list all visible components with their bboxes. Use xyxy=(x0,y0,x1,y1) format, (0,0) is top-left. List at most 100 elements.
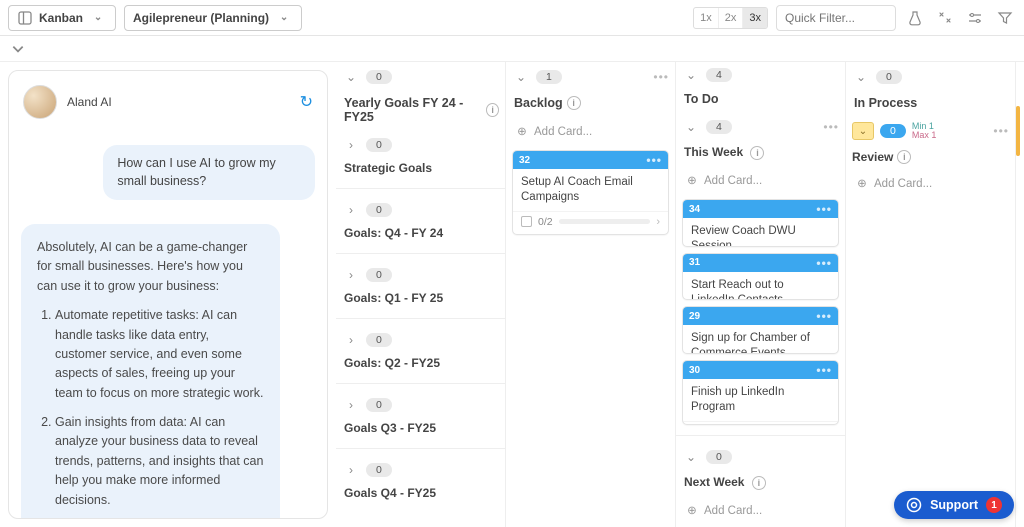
count-pill: 4 xyxy=(706,68,732,82)
plus-icon: ⊕ xyxy=(856,178,868,190)
chevron-right-icon[interactable]: › xyxy=(342,136,360,154)
section-title: Strategic Goals xyxy=(342,160,499,178)
swimlane-header: ⌄ 0 xyxy=(682,446,839,468)
more-icon[interactable]: ••• xyxy=(816,202,832,216)
chevron-right-icon[interactable]: › xyxy=(342,331,360,349)
support-button[interactable]: Support 1 xyxy=(894,491,1014,519)
ai-message: Absolutely, AI can be a game-changer for… xyxy=(21,224,280,518)
filter-icon[interactable] xyxy=(994,7,1016,29)
card-title: Review Coach DWU Session xyxy=(683,218,838,247)
chevron-down-icon: ⌄ xyxy=(89,9,107,27)
view-label: Kanban xyxy=(39,11,83,25)
add-card-button[interactable]: ⊕ Add Card... xyxy=(512,120,669,144)
chevron-right-icon[interactable]: › xyxy=(342,396,360,414)
chevron-down-icon[interactable]: ⌄ xyxy=(682,118,700,136)
info-icon[interactable]: i xyxy=(750,146,764,160)
column-edge-indicator xyxy=(1016,106,1020,156)
info-icon[interactable]: i xyxy=(486,103,499,117)
settings-icon[interactable] xyxy=(964,7,986,29)
column-title: To Do xyxy=(682,90,839,110)
card[interactable]: 29 ••• Sign up for Chamber of Commerce Ev… xyxy=(682,306,839,354)
count-pill: 0 xyxy=(876,70,902,84)
board-selector[interactable]: Agilepreneur (Planning) ⌄ xyxy=(124,5,302,31)
add-card-button[interactable]: ⊕ Add Card... xyxy=(682,169,839,193)
section: ›0 Goals: Q2 - FY25 xyxy=(342,329,499,373)
plus-icon: ⊕ xyxy=(686,505,698,517)
info-icon[interactable]: i xyxy=(752,476,766,490)
swimlane-header: ⌄ 0 Min 1 Max 1 ••• xyxy=(852,120,1009,142)
zoom-1x[interactable]: 1x xyxy=(694,8,719,28)
card-title: Sign up for Chamber of Commerce Events xyxy=(683,325,838,354)
section: › 0 Goals Q3 - FY25 xyxy=(342,394,499,438)
section: ›0 Strategic Goals xyxy=(342,134,499,178)
view-selector[interactable]: Kanban ⌄ xyxy=(8,5,116,31)
zoom-3x[interactable]: 3x xyxy=(743,8,767,28)
card-title: Setup AI Coach Email Campaigns xyxy=(513,169,668,211)
refresh-icon[interactable]: ↻ xyxy=(300,92,313,112)
count-pill: 0 xyxy=(366,203,392,217)
chevron-down-icon[interactable]: ⌄ xyxy=(682,448,700,466)
chevron-down-icon[interactable]: ⌄ xyxy=(852,68,870,86)
plus-icon: ⊕ xyxy=(516,126,528,138)
chevron-down-icon[interactable]: ⌄ xyxy=(682,66,700,84)
card[interactable]: 32 ••• Setup AI Coach Email Campaigns 0/… xyxy=(512,150,669,235)
ai-point: Gain insights from data: AI can analyze … xyxy=(55,413,264,510)
info-icon[interactable]: i xyxy=(897,150,911,164)
board-icon xyxy=(17,10,33,26)
column-title: Backlog i xyxy=(512,94,669,114)
card[interactable]: 30••• Finish up LinkedIn Program 0/3 › xyxy=(682,360,839,425)
section-title: Goals Q4 - FY25 xyxy=(342,485,499,503)
more-icon[interactable]: ••• xyxy=(646,153,662,167)
more-icon[interactable]: ••• xyxy=(993,124,1009,138)
add-card-button[interactable]: ⊕ Add Card... xyxy=(682,499,839,523)
section-title: Goals: Q1 - FY 25 xyxy=(342,290,499,308)
support-badge: 1 xyxy=(986,497,1002,513)
chevron-right-icon[interactable]: › xyxy=(342,201,360,219)
column-header: ⌄ 1 ••• xyxy=(512,66,669,88)
chevron-right-icon[interactable]: › xyxy=(342,461,360,479)
more-icon[interactable]: ••• xyxy=(653,70,669,84)
section: ›0 Goals Q4 - FY25 xyxy=(342,459,499,503)
chat-agent-name: Aland AI xyxy=(67,95,290,109)
wip-limits: Min 1 Max 1 xyxy=(912,122,937,140)
info-icon[interactable]: i xyxy=(567,96,581,110)
card-id: 34 xyxy=(689,204,700,215)
chevron-down-icon[interactable]: ⌄ xyxy=(512,68,530,86)
board-name: Agilepreneur (Planning) xyxy=(133,11,269,25)
sparkle-icon[interactable] xyxy=(934,7,956,29)
zoom-2x[interactable]: 2x xyxy=(719,8,744,28)
card-id: 29 xyxy=(689,311,700,322)
collapse-all-icon[interactable] xyxy=(8,39,28,59)
chevron-right-icon[interactable]: › xyxy=(342,266,360,284)
card[interactable]: 31••• Start Reach out to LinkedIn Contac… xyxy=(682,253,839,301)
swimlane-title: Next Week i xyxy=(682,474,839,493)
column-todo: ⌄ 4 To Do ⌄ 4 ••• This Week i ⊕ Add Card… xyxy=(676,62,846,527)
board: Aland AI ↻ How can I use AI to grow my s… xyxy=(0,62,1024,527)
flask-icon[interactable] xyxy=(904,7,926,29)
chevron-down-icon[interactable]: ⌄ xyxy=(342,68,360,86)
card-id: 32 xyxy=(519,155,530,166)
card-progress: 0/3 › xyxy=(683,421,838,425)
more-icon[interactable]: ••• xyxy=(816,309,832,323)
section-title: Goals: Q2 - FY25 xyxy=(342,355,499,373)
more-icon[interactable]: ••• xyxy=(816,363,832,377)
zoom-selector[interactable]: 1x 2x 3x xyxy=(693,7,768,29)
count-pill: 4 xyxy=(706,120,732,134)
column-yearly-goals: ⌄ 0 Yearly Goals FY 24 - FY25 i ›0 Strat… xyxy=(336,62,506,527)
section: ›0 Goals: Q4 - FY 24 xyxy=(342,199,499,243)
quick-filter-input[interactable] xyxy=(776,5,896,31)
user-message: How can I use AI to grow my small busine… xyxy=(103,145,315,200)
ai-intro: Absolutely, AI can be a game-changer for… xyxy=(37,238,264,296)
card[interactable]: 34 ••• Review Coach DWU Session xyxy=(682,199,839,247)
chevron-right-icon[interactable]: › xyxy=(656,216,660,228)
count-pill: 0 xyxy=(706,450,732,464)
column-in-process: ⌄ 0 In Process ⌄ 0 Min 1 Max 1 ••• Revie… xyxy=(846,62,1016,527)
count-pill: 0 xyxy=(366,398,392,412)
more-icon[interactable]: ••• xyxy=(816,256,832,270)
ai-chat-panel: Aland AI ↻ How can I use AI to grow my s… xyxy=(8,70,328,519)
more-icon[interactable]: ••• xyxy=(823,120,839,134)
section-title: Goals Q3 - FY25 xyxy=(342,420,499,438)
add-card-button[interactable]: ⊕ Add Card... xyxy=(852,172,1009,196)
chevron-down-icon[interactable]: ⌄ xyxy=(852,122,874,140)
chat-body: How can I use AI to grow my small busine… xyxy=(9,133,327,518)
